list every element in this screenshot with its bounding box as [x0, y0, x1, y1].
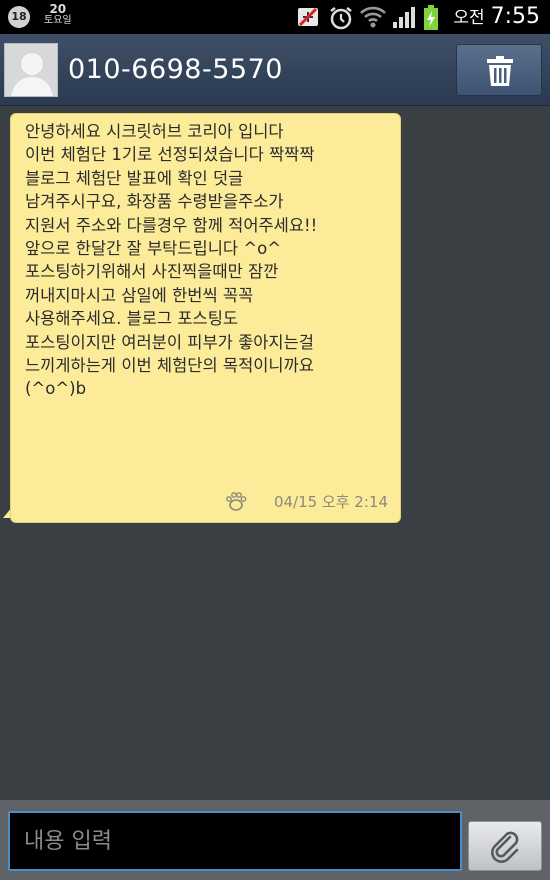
battery-charging-icon: [424, 5, 438, 30]
message-text: 안녕하세요 시크릿허브 코리아 입니다 이번 체험단 1기로 선정되셨습니다 짝…: [25, 120, 395, 401]
date-day: 20: [49, 2, 67, 16]
alarm-icon: [330, 7, 352, 30]
message-line: 블로그 체험단 발표에 확인 덧글: [25, 168, 244, 188]
contact-number: 010-6698-5570: [68, 54, 283, 85]
status-ampm: 오전: [453, 8, 485, 28]
date-widget: 20 토요일: [44, 3, 72, 27]
paw-icon: [226, 492, 247, 511]
status-clock: 오전 7:55: [453, 2, 540, 33]
message-line: 지원서 주소와 다를경우 함께 적어주세요!!: [25, 215, 318, 235]
message-bubble[interactable]: 안녕하세요 시크릿허브 코리아 입니다 이번 체험단 1기로 선정되셨습니다 짝…: [10, 113, 401, 523]
conversation-header: 010-6698-5570: [0, 34, 550, 106]
paperclip-icon: [491, 831, 519, 863]
message-line: 이번 체험단 1기로 선정되셨습니다 짝짝짝: [25, 145, 315, 165]
message-line: 앞으로 한달간 잘 부탁드립니다 ^o^: [25, 239, 282, 259]
trash-icon: [487, 56, 513, 86]
message-line: 포스팅이지만 여러분이 피부가 좋아지는걸: [25, 332, 314, 352]
wifi-icon: [360, 6, 386, 28]
status-bar: 18 20 토요일 오전 7:55: [0, 0, 550, 34]
message-input[interactable]: [8, 811, 462, 871]
message-line: 남겨주시구요, 화장품 수령받을주소가: [25, 192, 284, 212]
message-line: 느끼게하는게 이번 체험단의 목적이니까요: [25, 356, 314, 376]
delete-thread-button[interactable]: [456, 44, 542, 96]
contact-avatar[interactable]: [4, 43, 58, 97]
signal-icon: [393, 7, 415, 28]
message-line: (^o^)b: [25, 379, 87, 399]
message-line: 꺼내지마시고 삼일에 한번씩 꼭꼭: [25, 285, 254, 305]
person-silhouette-icon: [11, 53, 53, 96]
composer-bar: [0, 800, 550, 880]
attach-button[interactable]: [468, 821, 542, 871]
notification-count-badge[interactable]: 18: [8, 6, 30, 28]
message-timestamp: 04/15 오후 2:14: [273, 493, 388, 511]
date-weekday: 토요일: [44, 15, 72, 26]
message-line: 안녕하세요 시크릿허브 코리아 입니다: [25, 122, 284, 141]
message-line: 사용해주세요. 블로그 포스팅도: [25, 309, 239, 329]
usb-blocked-icon: [298, 7, 318, 27]
status-time: 7:55: [490, 4, 540, 29]
message-line: 포스팅하기위해서 사진찍을때만 잠깐: [25, 262, 279, 282]
